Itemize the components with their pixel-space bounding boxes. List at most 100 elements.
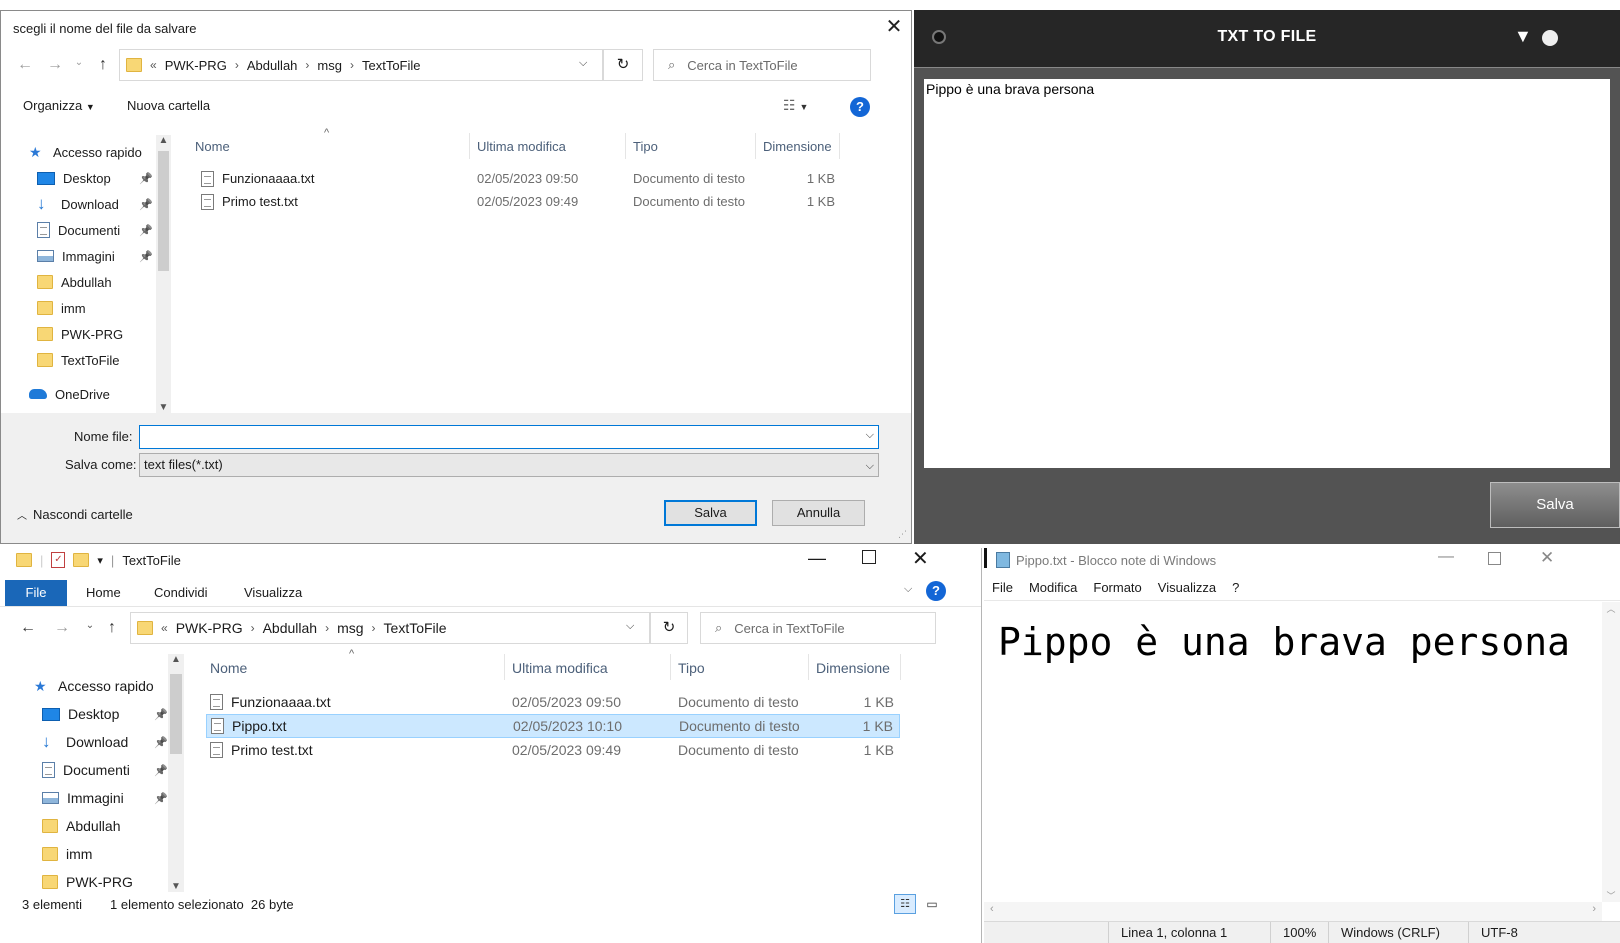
breadcrumb-separator-icon[interactable]: ›	[251, 621, 255, 635]
customize-toolbar-icon[interactable]: ▾	[97, 554, 103, 567]
text-area[interactable]: Pippo è una brava persona	[924, 79, 1610, 468]
breadcrumb-separator-icon[interactable]: ›	[305, 58, 309, 72]
column-divider[interactable]	[839, 133, 840, 159]
breadcrumb-item[interactable]: TextToFile	[384, 620, 447, 636]
file-row[interactable]: Primo test.txt 02/05/2023 09:49 Documento …	[197, 190, 847, 213]
close-icon[interactable]: ✕	[1540, 548, 1554, 568]
view-options-icon[interactable]: ☷ ▼	[783, 97, 808, 114]
forward-arrow-icon[interactable]: →	[45, 56, 65, 74]
menu-item[interactable]: ?	[1232, 580, 1239, 595]
breadcrumb-separator-icon[interactable]: ›	[235, 58, 239, 72]
nav-item[interactable]: Documenti 📌	[37, 217, 153, 243]
breadcrumb-item[interactable]: PWK-PRG	[176, 620, 243, 636]
column-size[interactable]: Dimensione	[816, 660, 890, 676]
nav-item[interactable]: PWK-PRG	[37, 321, 153, 347]
column-type[interactable]: Tipo	[633, 139, 658, 154]
file-row[interactable]: Primo test.txt 02/05/2023 09:49 Documento …	[206, 738, 900, 762]
horizontal-scrollbar[interactable]: ‹ ›	[984, 902, 1602, 921]
minimize-icon[interactable]: —	[1438, 548, 1454, 566]
details-view-icon[interactable]: ☷	[894, 894, 916, 914]
search-input[interactable]: ⌕ Cerca in TextToFile	[700, 612, 936, 644]
save-button[interactable]: Salva	[1490, 482, 1620, 528]
address-dropdown-icon[interactable]: ⌵	[579, 57, 587, 70]
close-icon[interactable]: ✕	[881, 15, 907, 41]
nav-item[interactable]: TextToFile	[37, 347, 153, 373]
help-icon[interactable]: ?	[926, 581, 946, 601]
breadcrumb-item[interactable]: PWK-PRG	[165, 58, 227, 73]
nav-item[interactable]: imm	[42, 840, 168, 868]
nav-scrollbar[interactable]: ▲ ▼	[156, 135, 171, 413]
refresh-icon[interactable]: ↻	[650, 612, 688, 644]
breadcrumb-item[interactable]: Abdullah	[263, 620, 318, 636]
nav-item[interactable]: imm	[37, 295, 153, 321]
column-divider[interactable]	[755, 133, 756, 159]
scroll-down-icon[interactable]: ▼	[168, 881, 184, 892]
nav-item[interactable]: Documenti 📌	[42, 756, 168, 784]
tab-share[interactable]: Condividi	[154, 580, 207, 606]
nav-item[interactable]: Immagini 📌	[37, 243, 153, 269]
close-icon[interactable]: ✕	[912, 548, 929, 571]
nav-item[interactable]: Desktop 📌	[37, 165, 153, 191]
new-folder-icon[interactable]	[73, 553, 90, 567]
menu-item[interactable]: Visualizza	[1158, 580, 1216, 595]
up-arrow-icon[interactable]: ↑	[93, 56, 113, 74]
organize-button[interactable]: Organizza ▼	[23, 98, 95, 113]
pin-icon[interactable]: 📌	[154, 708, 168, 721]
scroll-down-icon[interactable]: ▼	[156, 402, 171, 413]
menu-item[interactable]: Formato	[1093, 580, 1141, 595]
cancel-button[interactable]: Annulla	[772, 500, 865, 526]
column-modified[interactable]: Ultima modifica	[512, 660, 608, 676]
maximize-icon[interactable]	[1488, 552, 1501, 565]
breadcrumb-item[interactable]: msg	[337, 620, 363, 636]
column-type[interactable]: Tipo	[678, 660, 705, 676]
back-arrow-icon[interactable]: ←	[18, 619, 38, 637]
breadcrumb-separator-icon[interactable]: ›	[372, 621, 376, 635]
menu-item[interactable]: Modifica	[1029, 580, 1077, 595]
column-divider[interactable]	[808, 654, 809, 680]
breadcrumb-item[interactable]: msg	[317, 58, 342, 73]
properties-icon[interactable]: ✓	[51, 552, 66, 568]
chevron-down-icon[interactable]: ⌵	[866, 429, 874, 442]
recent-locations-icon[interactable]: ⌄	[69, 57, 89, 68]
column-divider[interactable]	[670, 654, 671, 680]
breadcrumb-separator-icon[interactable]: ›	[325, 621, 329, 635]
expand-ribbon-icon[interactable]: ⌵	[904, 583, 912, 596]
column-name[interactable]: Nome	[195, 139, 230, 154]
scrollbar-thumb[interactable]	[170, 674, 182, 754]
up-arrow-icon[interactable]: ↑	[102, 619, 122, 637]
column-size[interactable]: Dimensione	[763, 139, 832, 154]
scroll-down-icon[interactable]: ﹀	[1602, 889, 1620, 902]
tab-file[interactable]: File	[5, 580, 67, 606]
column-name[interactable]: Nome	[210, 660, 247, 676]
maximize-icon[interactable]	[862, 550, 876, 564]
address-dropdown-icon[interactable]: ⌵	[626, 620, 634, 633]
save-button[interactable]: Salva	[664, 500, 757, 526]
file-row[interactable]: Funzionaaaa.txt 02/05/2023 09:50 Documento…	[206, 690, 900, 714]
scroll-right-icon[interactable]: ›	[1592, 903, 1596, 915]
scroll-up-icon[interactable]: ︿	[1602, 602, 1620, 615]
scroll-up-icon[interactable]: ▲	[168, 654, 184, 665]
resize-grip-icon[interactable]: ⋰	[898, 529, 907, 540]
column-divider[interactable]	[625, 133, 626, 159]
back-arrow-icon[interactable]: ←	[15, 56, 35, 74]
editor-text[interactable]: Pippo è una brava persona	[998, 620, 1570, 664]
recent-locations-icon[interactable]: ⌄	[80, 620, 100, 631]
breadcrumb-item[interactable]: Abdullah	[247, 58, 298, 73]
large-icons-view-icon[interactable]: ▭	[922, 894, 942, 914]
breadcrumb-separator-icon[interactable]: ›	[350, 58, 354, 72]
pin-icon[interactable]: 📌	[139, 198, 153, 211]
filename-input[interactable]: ⌵	[139, 425, 879, 449]
nav-item[interactable]: PWK-PRG	[42, 868, 168, 896]
nav-item[interactable]: ↓ Download 📌	[42, 728, 168, 756]
menu-item[interactable]: File	[992, 580, 1013, 595]
saveas-select[interactable]: text files(*.txt) ⌵	[139, 453, 879, 477]
column-divider[interactable]	[469, 133, 470, 159]
column-modified[interactable]: Ultima modifica	[477, 139, 566, 154]
column-divider[interactable]	[900, 654, 901, 680]
address-bar[interactable]: « PWK-PRG › Abdullah › msg › TextToFile	[119, 49, 603, 81]
minimize-triangle-icon[interactable]: ▼	[1514, 26, 1532, 47]
help-icon[interactable]: ?	[850, 97, 870, 117]
forward-arrow-icon[interactable]: →	[52, 619, 72, 637]
tab-home[interactable]: Home	[86, 580, 121, 606]
nav-item[interactable]: ↓ Download 📌	[37, 191, 153, 217]
